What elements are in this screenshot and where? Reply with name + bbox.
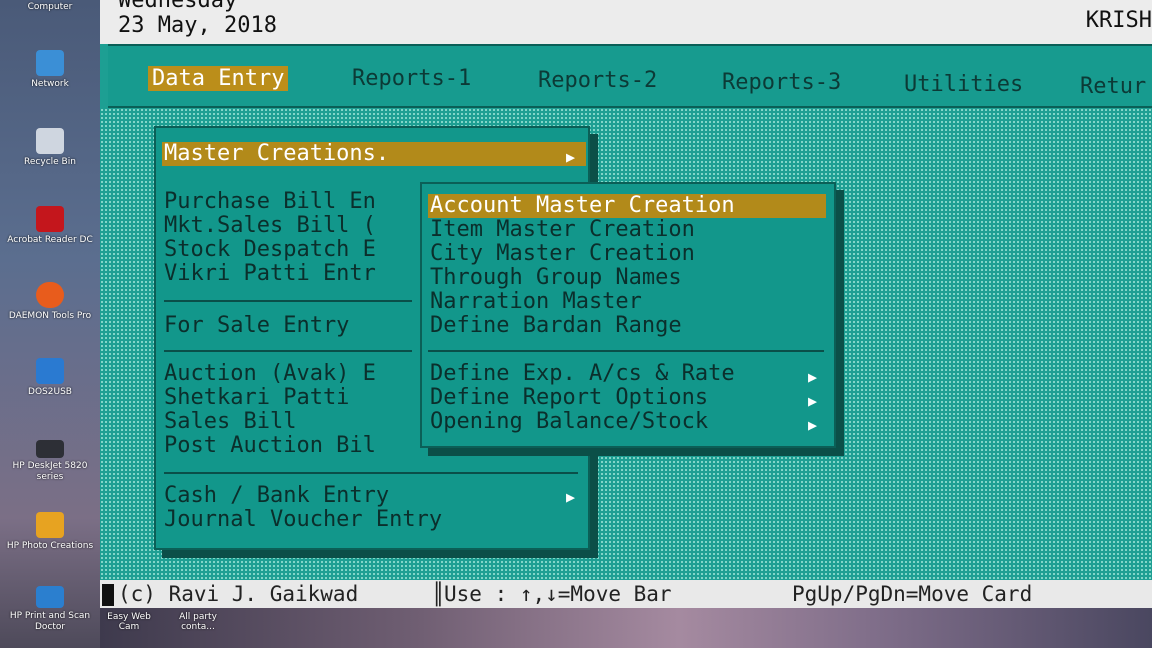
desktop-item-recycle-bin[interactable]: Recycle Bin [0,128,100,168]
status-hint-move-bar: Use : ↑,↓=Move Bar [444,582,672,606]
submenu-item-report-options[interactable]: Define Report Options [430,386,708,410]
dos-application-screen: Wednesday 23 May, 2018 KRISH Data Entry … [100,0,1152,648]
menu-item-auction-avak[interactable]: Auction (Avak) E [164,362,376,386]
menu-item-for-sale-entry[interactable]: For Sale Entry [164,314,349,338]
status-separator: ║ [432,582,445,606]
menu-item-sales-bill[interactable]: Sales Bill [164,410,296,434]
desktop-item-easy-web-cam[interactable]: Easy Web Cam [104,612,154,632]
submenu-item-narration-master[interactable]: Narration Master [430,290,642,314]
submenu-item-exp-acs-rate[interactable]: Define Exp. A/cs & Rate [430,362,735,386]
status-hint-move-card: PgUp/PgDn=Move Card [792,582,1033,606]
desktop-item-all-party-contacts[interactable]: All party conta... [172,612,224,632]
hp-photo-desktop-label: HP Photo Creations [6,541,94,551]
computer-desktop-label: Computer [27,2,73,12]
acrobat-icon [36,206,64,232]
submenu-item-through-group-names[interactable]: Through Group Names [430,266,682,290]
menu-divider [164,300,412,302]
menu-item-journal-voucher[interactable]: Journal Voucher Entry [164,508,442,532]
desktop-item-daemon-tools[interactable]: DAEMON Tools Pro [0,282,100,322]
submenu-item-city-master[interactable]: City Master Creation [430,242,695,266]
menu-item-vikri-patti[interactable]: Vikri Patti Entr [164,262,376,286]
all-party-contacts-label: All party conta... [179,612,217,632]
submenu-item-bardan-range[interactable]: Define Bardan Range [430,314,682,338]
header-user: KRISH [1085,8,1152,33]
desktop-item-hp-deskjet[interactable]: HP DeskJet 5820 series [0,440,100,483]
menu-reports-3[interactable]: Reports-3 [722,70,841,95]
submenu-arrow-icon: ▶ [808,368,818,386]
desktop-wallpaper [100,608,1152,648]
submenu-arrow-icon: ▶ [566,148,576,166]
master-creations-submenu: Account Master Creation Item Master Crea… [420,182,836,448]
menu-item-shetkari-patti[interactable]: Shetkari Patti [164,386,349,410]
recycle-bin-icon [36,128,64,154]
menu-divider [164,350,412,352]
scan-doctor-icon [36,586,64,608]
desktop-item-network[interactable]: Network [0,50,100,90]
header-date: 23 May, 2018 [118,13,277,38]
menu-utilities[interactable]: Utilities [904,72,1023,97]
desktop-item-dos2usb[interactable]: DOS2USB [0,358,100,398]
desktop-item-acrobat[interactable]: Acrobat Reader DC [0,206,100,246]
status-copyright: (c) Ravi J. Gaikwad [118,582,359,606]
hp-deskjet-desktop-label: HP DeskJet 5820 series [12,461,88,482]
submenu-item-account-master[interactable]: Account Master Creation [428,194,826,218]
daemon-tools-desktop-label: DAEMON Tools Pro [8,311,92,321]
submenu-arrow-icon: ▶ [808,416,818,434]
header-day: Wednesday [118,0,238,13]
desktop-item-computer[interactable]: Computer [0,2,100,13]
menu-reports-1[interactable]: Reports-1 [352,66,471,91]
daemon-tools-icon [36,282,64,308]
network-icon [36,50,64,76]
dos2usb-icon [36,358,64,384]
account-master-label: Account Master Creation [430,193,735,218]
desktop-item-hp-photo[interactable]: HP Photo Creations [0,512,100,552]
dos2usb-desktop-label: DOS2USB [28,387,72,397]
master-creations-label: Master Creations. [164,141,390,166]
menu-return[interactable]: Retur [1080,74,1146,99]
submenu-divider [428,350,824,352]
network-desktop-label: Network [31,79,69,89]
text-cursor [102,584,114,606]
header-bar: Wednesday 23 May, 2018 KRISH [100,0,1152,44]
menu-item-mkt-sales-bill[interactable]: Mkt.Sales Bill ( [164,214,376,238]
recycle-bin-desktop-label: Recycle Bin [24,157,76,167]
menu-data-entry[interactable]: Data Entry [148,66,289,91]
submenu-arrow-icon: ▶ [566,488,576,506]
main-menubar: Data Entry Reports-1 Reports-2 Reports-3… [108,44,1152,108]
menu-item-purchase-bill[interactable]: Purchase Bill En [164,190,376,214]
easy-web-cam-label: Easy Web Cam [107,612,151,632]
status-bar: (c) Ravi J. Gaikwad ║ Use : ↑,↓=Move Bar… [100,580,1152,608]
submenu-arrow-icon: ▶ [808,392,818,410]
menu-item-master-creations[interactable]: Master Creations. [162,142,586,166]
menu-reports-2[interactable]: Reports-2 [538,68,657,93]
printer-icon [36,440,64,458]
menu-item-cash-bank-entry[interactable]: Cash / Bank Entry [164,484,389,508]
hp-scan-doctor-desktop-label: HP Print and Scan Doctor [9,611,91,632]
menu-item-stock-despatch[interactable]: Stock Despatch E [164,238,376,262]
photo-icon [36,512,64,538]
menu-divider [164,472,578,474]
submenu-item-item-master[interactable]: Item Master Creation [430,218,695,242]
menu-item-post-auction-bill[interactable]: Post Auction Bil [164,434,376,458]
acrobat-desktop-label: Acrobat Reader DC [7,235,93,245]
submenu-item-opening-balance[interactable]: Opening Balance/Stock [430,410,708,434]
desktop-item-hp-scan-doctor[interactable]: HP Print and Scan Doctor [0,586,100,633]
windows-desktop: Computer Network Recycle Bin Acrobat Rea… [0,0,100,648]
